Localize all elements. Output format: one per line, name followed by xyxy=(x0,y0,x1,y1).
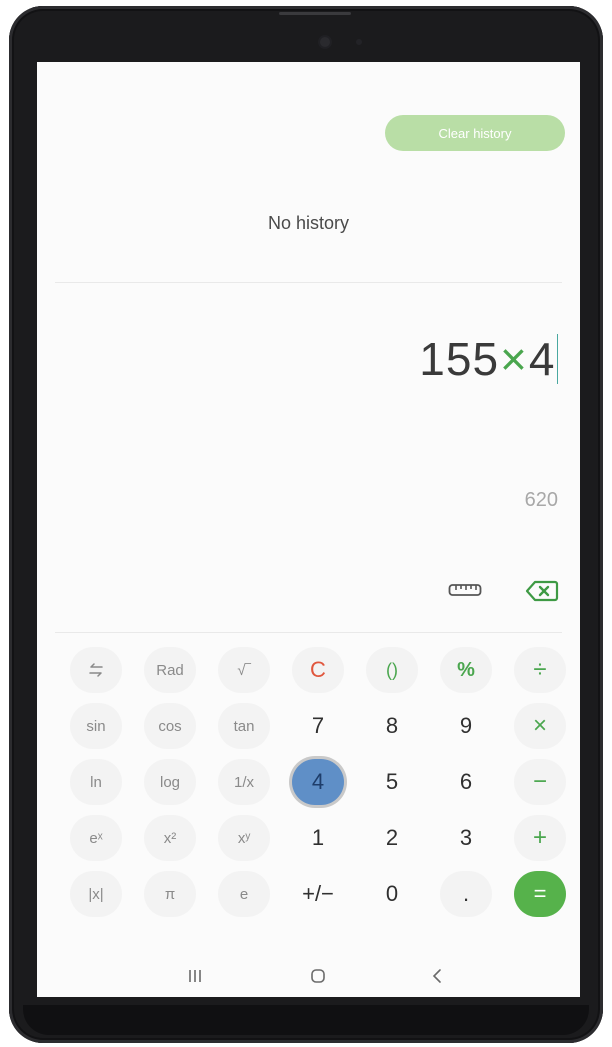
reciprocal-button[interactable]: 1/x xyxy=(218,759,270,805)
ruler-icon xyxy=(448,584,482,596)
unit-converter-button[interactable] xyxy=(447,576,483,604)
keypad-divider xyxy=(55,632,562,633)
front-camera xyxy=(320,37,330,47)
digit-2-button[interactable]: 2 xyxy=(366,815,418,861)
divide-button[interactable]: ÷ xyxy=(514,647,566,693)
power-button[interactable]: xʸ xyxy=(218,815,270,861)
navigation-bar xyxy=(37,955,580,997)
home-icon xyxy=(311,969,325,983)
operand-1: 155 xyxy=(419,333,500,385)
history-divider xyxy=(55,282,562,283)
ln-button[interactable]: ln xyxy=(70,759,122,805)
digit-9-button[interactable]: 9 xyxy=(440,703,492,749)
equals-button[interactable]: = xyxy=(514,871,566,917)
abs-button[interactable]: |x| xyxy=(70,871,122,917)
recents-button[interactable] xyxy=(180,963,210,989)
preview-result: 620 xyxy=(524,489,558,511)
minus-button[interactable]: − xyxy=(514,759,566,805)
expression-input[interactable]: 155 × 4 xyxy=(419,332,558,386)
recents-icon xyxy=(189,970,201,982)
rad-button[interactable]: Rad xyxy=(144,647,196,693)
text-cursor xyxy=(556,334,558,384)
multiply-operator: × xyxy=(500,333,528,385)
swap-layout-button[interactable] xyxy=(70,647,122,693)
exp-button[interactable]: eˣ xyxy=(70,815,122,861)
keypad: Rad √‾ C () % ÷ sin cos tan 7 8 9 × ln l… xyxy=(60,647,566,917)
digit-6-button[interactable]: 6 xyxy=(440,759,492,805)
log-button[interactable]: log xyxy=(144,759,196,805)
clear-button[interactable]: C xyxy=(292,647,344,693)
digit-0-button[interactable]: 0 xyxy=(366,871,418,917)
multiply-button[interactable]: × xyxy=(514,703,566,749)
sin-button[interactable]: sin xyxy=(70,703,122,749)
euler-button[interactable]: e xyxy=(218,871,270,917)
digit-8-button[interactable]: 8 xyxy=(366,703,418,749)
decimal-button[interactable]: . xyxy=(440,871,492,917)
home-button[interactable] xyxy=(303,963,333,989)
parentheses-button[interactable]: () xyxy=(366,647,418,693)
sign-toggle-button[interactable]: +/− xyxy=(292,871,344,917)
device-top-edge xyxy=(279,12,351,15)
swap-icon xyxy=(89,663,103,677)
device-bottom-bezel xyxy=(23,1005,589,1035)
sqrt-button[interactable]: √‾ xyxy=(218,647,270,693)
cos-button[interactable]: cos xyxy=(144,703,196,749)
percent-button[interactable]: % xyxy=(440,647,492,693)
backspace-button[interactable] xyxy=(522,576,562,606)
light-sensor xyxy=(356,39,362,45)
pi-button[interactable]: π xyxy=(144,871,196,917)
square-button[interactable]: x² xyxy=(144,815,196,861)
digit-5-button[interactable]: 5 xyxy=(366,759,418,805)
back-button[interactable] xyxy=(422,963,452,989)
digit-1-button[interactable]: 1 xyxy=(292,815,344,861)
back-icon xyxy=(432,969,441,983)
digit-4-button[interactable]: 4 xyxy=(292,759,344,805)
operand-2: 4 xyxy=(528,333,556,385)
digit-3-button[interactable]: 3 xyxy=(440,815,492,861)
plus-button[interactable]: + xyxy=(514,815,566,861)
calculator-screen: Clear history No history 155 × 4 620 Rad… xyxy=(37,62,580,997)
clear-history-button[interactable]: Clear history xyxy=(385,115,565,151)
tan-button[interactable]: tan xyxy=(218,703,270,749)
digit-7-button[interactable]: 7 xyxy=(292,703,344,749)
backspace-icon xyxy=(525,580,559,602)
no-history-label: No history xyxy=(267,213,350,233)
